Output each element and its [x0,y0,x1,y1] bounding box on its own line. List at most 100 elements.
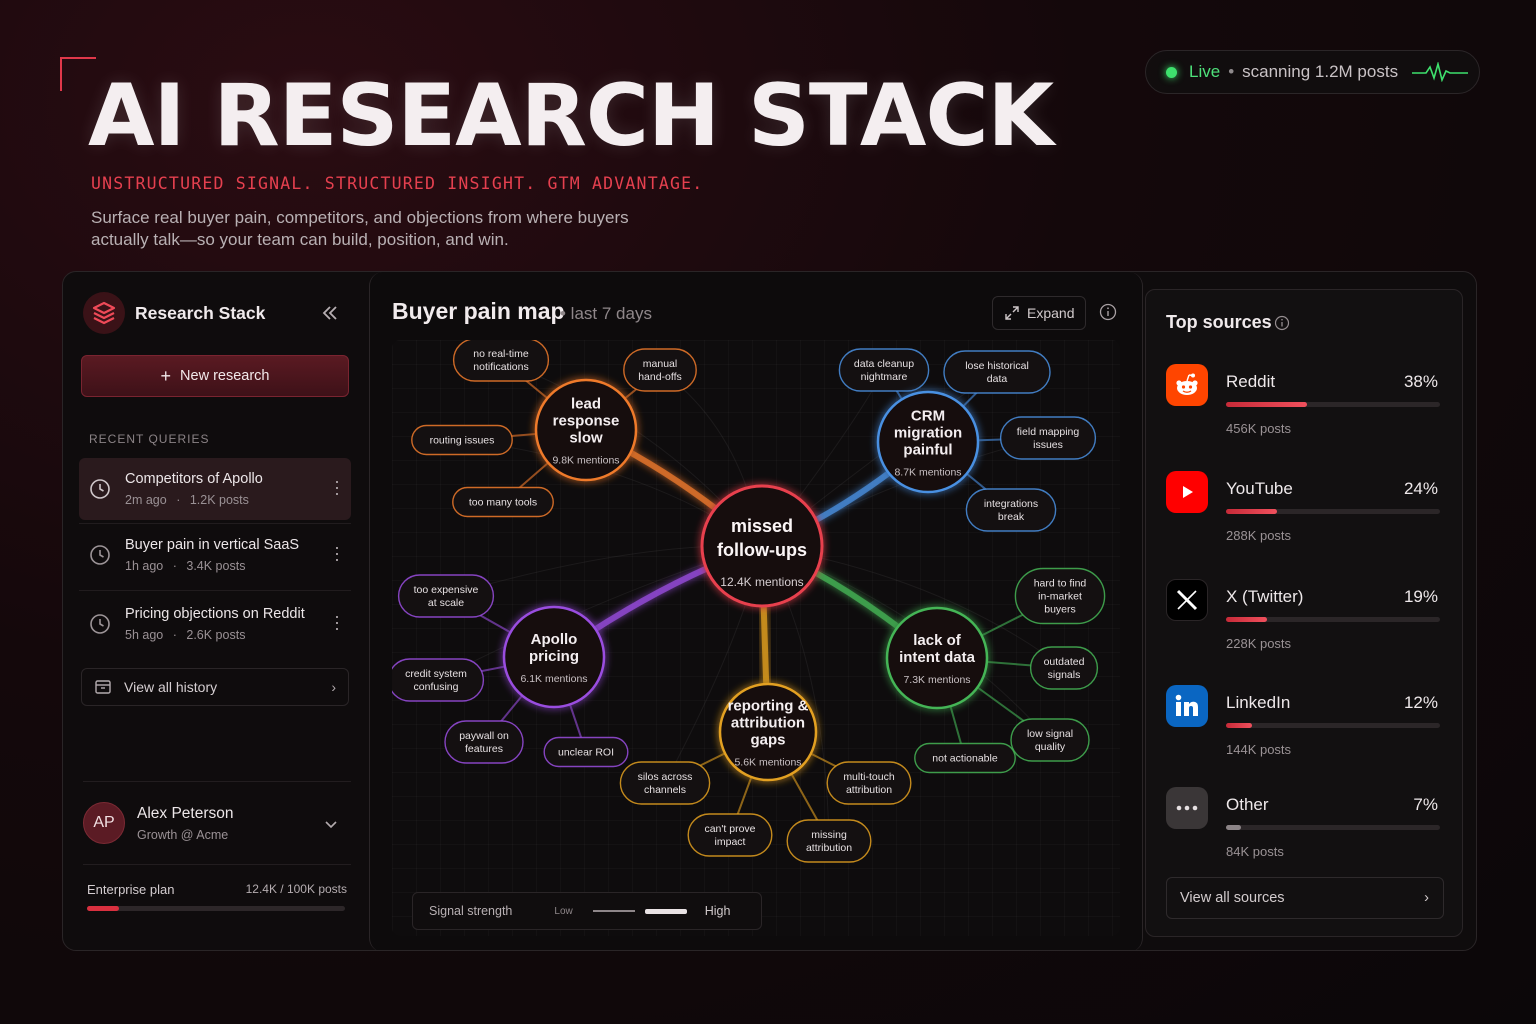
pain-cluster-node[interactable]: lack ofintent data 7.3K mentions [885,606,989,710]
leaf-label: low signal [1027,728,1073,740]
pain-cluster-node[interactable]: leadresponseslow 9.8K mentions [534,378,638,482]
source-row-linkedin[interactable]: LinkedIn 12% 144K posts [1166,685,1442,765]
pain-cluster-node[interactable]: CRMmigrationpainful 8.7K mentions [876,390,980,494]
pain-leaf-node[interactable]: silos acrosschannels [619,761,711,805]
more-vertical-icon[interactable]: · · · [333,472,341,502]
live-dot-icon [1166,66,1177,78]
chevron-down-icon[interactable] [323,816,339,832]
plan-usage-bar [87,906,345,911]
leaf-label: outdated [1044,656,1085,668]
source-name: Reddit [1226,372,1276,391]
more-vertical-icon[interactable]: · · · [333,538,341,568]
view-sources-label: View all sources [1180,890,1285,906]
leaf-label: no real-time [473,348,529,360]
pain-leaf-node[interactable]: too many tools [452,486,554,518]
divider [79,590,351,591]
recent-query-item[interactable]: Competitors of Apollo 2m ago · 1.2K post… [79,458,351,520]
pain-leaf-node[interactable]: field mappingissues [999,416,1097,460]
leaf-label: multi-touch [843,771,895,783]
source-share-bar [1226,825,1440,830]
pain-leaf-node[interactable]: routing issues [411,424,513,456]
source-percent: 19% [1403,587,1438,606]
pain-leaf-node[interactable]: no real-timenotifications [452,338,550,382]
source-posts: 288K posts [1226,528,1292,543]
leaf-bubble [623,348,697,392]
source-row-other[interactable]: Other 7% 84K posts [1166,787,1442,867]
leaf-label: paywall on [459,730,509,742]
source-share-fill [1226,509,1278,514]
pain-leaf-node[interactable]: data cleanupnightmare [838,348,930,392]
recent-query-item[interactable]: Buyer pain in vertical SaaS 1h ago · 3.4… [79,524,351,586]
pain-leaf-node[interactable]: credit systemconfusing [387,658,485,702]
pain-leaf-node[interactable]: not actionable [914,742,1016,774]
user-name: Alex Peterson [137,804,234,822]
pain-cluster-node[interactable]: Apollopricing 6.1K mentions [502,605,606,709]
legend-high-line [644,908,687,914]
source-posts: 84K posts [1226,844,1284,859]
more-vertical-icon[interactable]: · · · [333,607,341,637]
live-status-pill: Live • scanning 1.2M posts [1145,50,1480,94]
source-name: LinkedIn [1226,693,1291,712]
leaf-bubble [786,819,872,863]
pain-leaf-node[interactable]: unclear ROI [543,736,629,768]
pain-leaf-node[interactable]: lose historicaldata [943,350,1051,394]
view-all-sources-button[interactable]: View all sources › [1166,877,1444,919]
source-posts: 228K posts [1226,636,1292,651]
cluster-label: intent data [899,649,975,666]
pain-leaf-node[interactable]: low signalquality [1010,718,1090,762]
reddit-icon [1166,364,1208,406]
query-time: 2m ago [125,493,167,507]
pain-leaf-node[interactable]: multi-touchattribution [826,761,912,805]
recent-query-item[interactable]: Pricing objections on Reddit 5h ago · 2.… [79,593,351,655]
leaf-label: hand-offs [638,371,682,383]
plan-usage: 12.4K / 100K posts [245,882,347,896]
leaf-label: buyers [1044,604,1076,616]
source-row-x[interactable]: X (Twitter) 19% 228K posts [1166,579,1442,659]
source-share-bar [1226,509,1440,514]
linkedin-icon [1166,685,1208,727]
query-meta: 2m ago · 1.2K posts [125,493,263,507]
layers-logo-icon [83,292,125,334]
youtube-icon [1166,471,1208,513]
pain-leaf-node[interactable]: too expensiveat scale [397,574,495,618]
new-research-button[interactable]: + New research [81,355,349,397]
pain-leaf-node[interactable]: integrationsbreak [965,488,1057,532]
cluster-label: CRM [911,408,945,425]
collapse-sidebar-icon[interactable] [319,302,341,324]
center-pain-node[interactable]: missed follow-ups 12.4K mentions [700,484,824,608]
signal-strength-legend: Signal strength Low High [412,892,762,930]
center-label: missed [731,516,793,536]
leaf-label: features [465,743,503,755]
leaf-label: hard to find [1034,578,1087,590]
source-row-youtube[interactable]: YouTube 24% 288K posts [1166,471,1442,551]
plus-icon: + [160,365,172,386]
pain-leaf-node[interactable]: hard to findin-marketbuyers [1014,567,1106,625]
pain-leaf-node[interactable]: paywall onfeatures [444,720,524,764]
leaf-bubble [999,416,1097,460]
source-row-reddit[interactable]: Reddit 38% 456K posts [1166,364,1442,444]
pain-leaf-node[interactable]: missingattribution [786,819,872,863]
cluster-label: lead [571,396,601,413]
meta-separator: · [176,493,181,507]
info-icon[interactable] [1099,303,1117,321]
pain-leaf-node[interactable]: outdatedsignals [1029,646,1099,690]
leaf-label: in-market [1038,591,1082,603]
cluster-mentions: 6.1K mentions [520,673,587,685]
user-profile[interactable]: AP Alex Peterson Growth @ Acme [83,781,351,865]
pain-leaf-node[interactable]: manualhand-offs [623,348,697,392]
plan-usage-fill [87,906,119,911]
view-all-history-button[interactable]: View all history › [81,668,349,706]
leaf-label: not actionable [932,753,998,765]
source-posts: 456K posts [1226,421,1292,436]
query-posts: 3.4K posts [186,559,246,573]
pain-cluster-node[interactable]: reporting &attributiongaps 5.6K mentions [718,682,818,782]
sidebar: Research Stack + New research RECENT QUE… [63,272,369,950]
source-share-fill [1226,723,1252,728]
info-icon[interactable] [1274,315,1290,331]
expand-button[interactable]: Expand [992,296,1086,330]
leaf-label: channels [644,784,686,796]
pain-leaf-node[interactable]: can't proveimpact [687,813,773,857]
leaf-label: notifications [473,361,528,373]
center-label: follow-ups [717,540,807,560]
leaf-bubble [619,761,711,805]
